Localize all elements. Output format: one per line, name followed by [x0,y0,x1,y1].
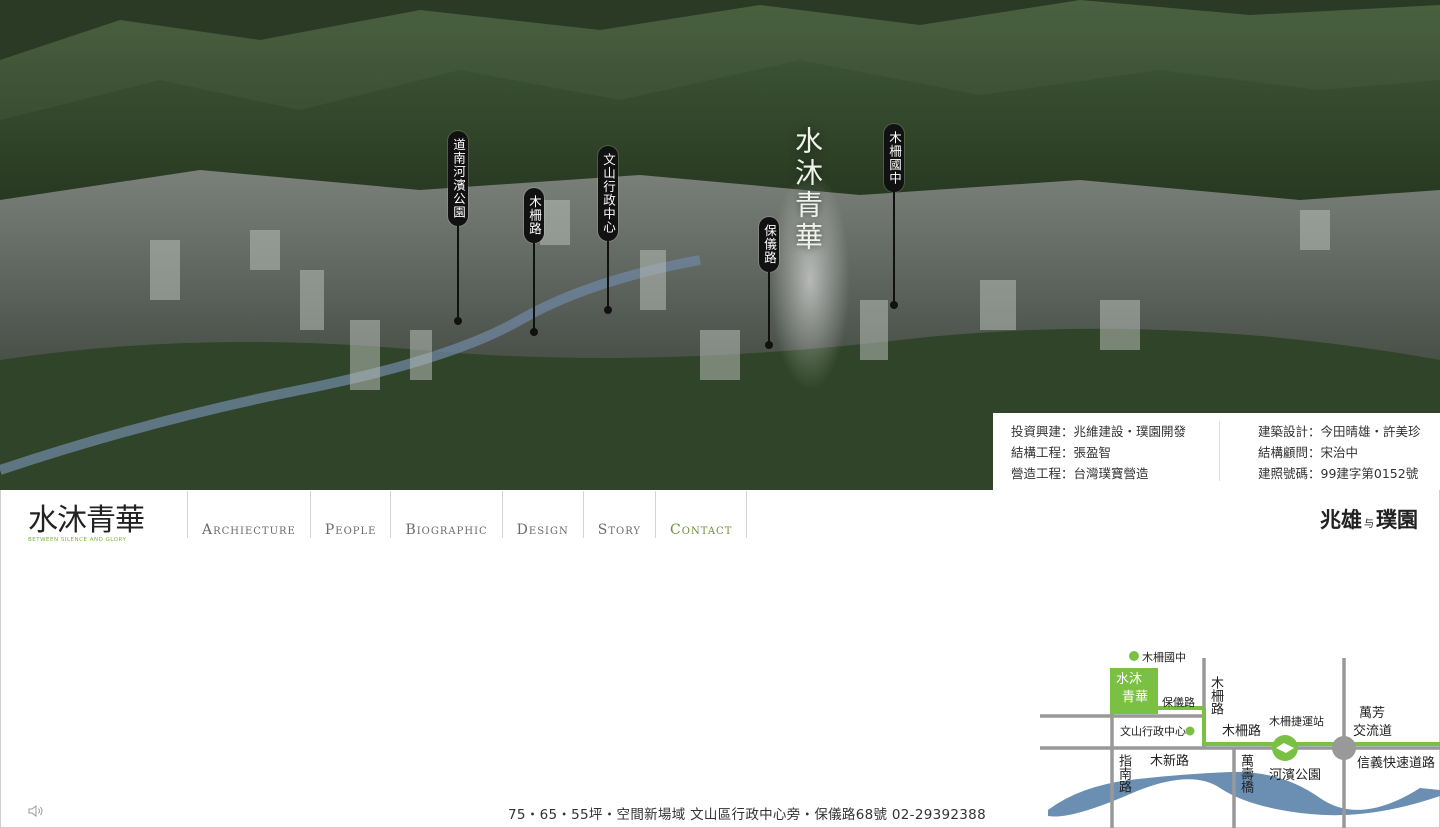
map-label-school: 木柵國中 [1142,651,1186,664]
hero-tower-title: 水沐青華 [791,126,824,254]
pin-line [457,226,459,318]
pin-muzha-junior-high[interactable]: 木柵國中 [884,124,904,309]
credit-investor: 投資興建：兆維建設・璞園開發 [1011,424,1187,439]
pin-dot [530,327,538,336]
developer-brand-logo: 兆雄 与璞園 [1320,504,1418,534]
site-logo[interactable]: 水沐青華 BETWEEN SILENCE AND GLORY [28,505,158,553]
credits-right: 建築設計：今田晴雄・許美珍 結構顧問：宋治中 建照號碼：99建字第0152號 [1258,421,1421,484]
map-label-admin: 文山行政中心 [1120,725,1186,738]
pin-dot [604,306,612,314]
map-label-muxin: 木新路 [1150,754,1190,769]
credit-construction: 營造工程：台灣璞寶營造 [1011,466,1149,481]
pin-line [533,242,535,329]
brand-mid: 与 [1364,519,1374,530]
credit-structure: 結構工程：張盈智 [1011,445,1112,460]
map-label-baoyi: 保儀路 [1162,696,1195,709]
nav-people[interactable]: People [309,491,391,538]
brand-right: 璞園 [1376,507,1418,532]
pin-dot [765,340,773,349]
map-label-station: 木柵捷運站 [1269,715,1324,728]
map-label-interchange: 交流道 [1353,724,1393,739]
nav-story[interactable]: Story [582,491,655,538]
credits-panel: 投資興建：兆維建設・璞園開發 結構工程：張盈智 營造工程：台灣璞寶營造 建築設計… [993,413,1440,490]
nav-design[interactable]: Design [501,491,583,538]
pin-baoyi-road[interactable]: 保儀路 [759,217,779,349]
pin-label: 道南河濱公園 [448,131,468,226]
nav-biographic[interactable]: Biographic [390,491,501,538]
pin-dot [890,301,898,309]
map-label-muzha-vertical: 木柵路 [1208,676,1223,715]
map-label-xinyi: 信義快速道路 [1357,756,1436,771]
pin-dot [454,317,462,325]
pin-muzha-road[interactable]: 木柵路 [524,188,544,336]
map-label-zhinan: 指南路 [1116,754,1131,793]
map-label-riverside: 河濱公園 [1269,768,1322,783]
credits-left: 投資興建：兆維建設・璞園開發 結構工程：張盈智 營造工程：台灣璞寶營造 [1011,421,1186,484]
map-logo-bottom: 青華 [1122,690,1149,705]
pin-daonan-riverside-park[interactable]: 道南河濱公園 [448,131,468,325]
map-label-muzha: 木柵路 [1222,724,1262,739]
pin-label: 保儀路 [759,217,779,272]
pin-label: 木柵路 [524,188,544,243]
hero-aerial-image: 水沐青華 道南河濱公園 木柵路 文山行政中心 保儀路 木柵國中 投資興建：兆維建… [0,0,1440,490]
sound-icon[interactable] [28,805,44,817]
pin-line [768,271,770,342]
credit-permit-number: 建照號碼：99建字第0152號 [1258,466,1419,481]
pin-label: 木柵國中 [884,124,904,192]
credit-architect: 建築設計：今田晴雄・許美珍 [1258,424,1421,439]
pin-line [893,192,895,302]
logo-text: 水沐青華 [28,503,145,538]
brand-left: 兆雄 [1320,507,1362,532]
nav-contact[interactable]: Contact [655,491,748,538]
credit-structure-consultant: 結構顧問：宋治中 [1258,445,1359,460]
pin-label: 文山行政中心 [598,146,618,241]
pin-line [607,241,609,307]
map-logo-top: 水沐 [1116,672,1143,687]
location-map: 木柵國中 水沐 青華 保儀路 木柵路 木柵路 文山行政中心 木柵捷運站 萬芳 交… [1040,648,1440,828]
map-label-wanfang: 萬芳 [1359,706,1386,721]
credits-divider [1219,421,1220,481]
pin-wenshan-admin-center[interactable]: 文山行政中心 [598,146,618,314]
main-nav: Archiecture People Biographic Design Sto… [187,491,748,538]
footer-address: 75・65・55坪・空間新場域 文山區行政中心旁・保儀路68號 02-29392… [508,807,986,823]
nav-architecture[interactable]: Archiecture [187,491,310,538]
map-label-wanshou: 萬壽橋 [1238,754,1253,793]
